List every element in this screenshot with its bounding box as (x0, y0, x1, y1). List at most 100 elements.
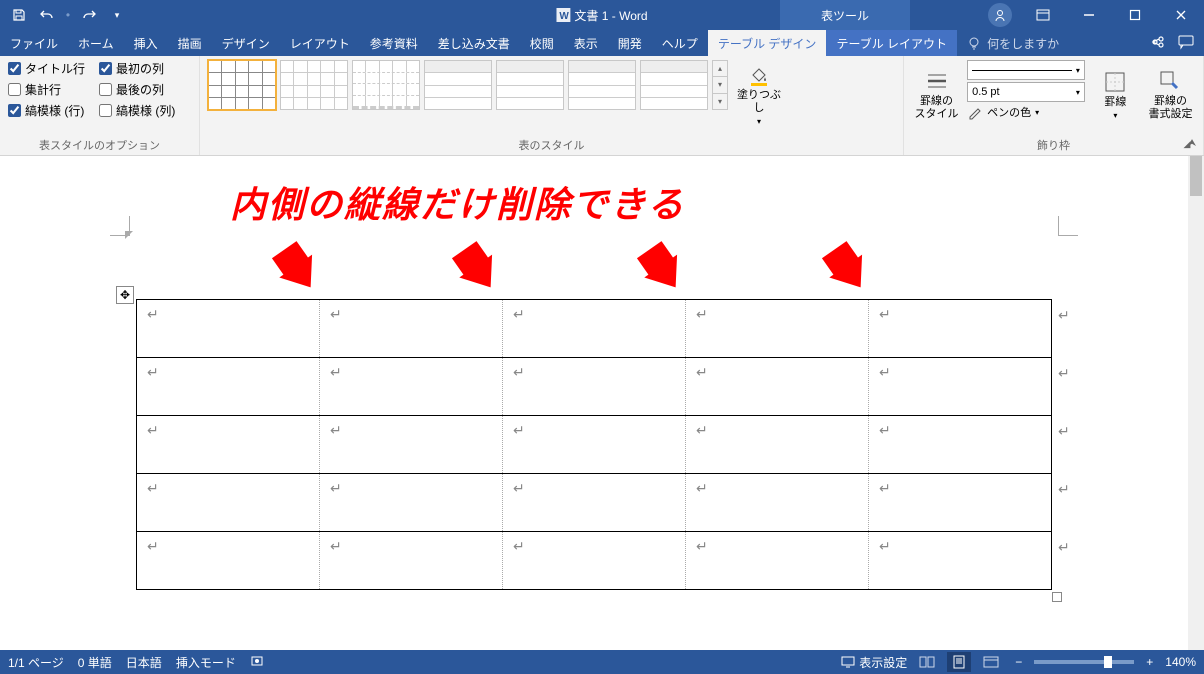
status-insert-mode[interactable]: 挿入モード (176, 654, 236, 671)
display-settings-button[interactable]: 表示設定 (841, 654, 907, 671)
contextual-tab-header: 表ツール (780, 0, 910, 30)
table-style-thumb[interactable] (640, 60, 708, 110)
tab-home[interactable]: ホーム (68, 30, 124, 56)
account-button[interactable] (988, 3, 1012, 27)
table-row[interactable]: ↵↵↵↵↵ (137, 416, 1052, 474)
pen-weight-value: 0.5 pt (972, 86, 1000, 98)
tab-design[interactable]: デザイン (212, 30, 280, 56)
tab-table-design[interactable]: テーブル デザイン (708, 30, 827, 56)
redo-button[interactable] (76, 2, 102, 28)
scrollbar-thumb[interactable] (1190, 156, 1202, 196)
line-style-combo[interactable]: ▾ (967, 60, 1085, 80)
group-label-table-styles: 表のスタイル (208, 135, 895, 153)
table-style-thumb[interactable] (352, 60, 420, 110)
tab-mailings[interactable]: 差し込み文書 (428, 30, 520, 56)
border-styles-button[interactable]: 罫線の スタイル (912, 60, 961, 130)
zoom-out-button[interactable]: − (1011, 655, 1026, 669)
title-bar-right (988, 0, 1204, 30)
ribbon-display-options-button[interactable] (1020, 0, 1066, 30)
vertical-scrollbar[interactable] (1188, 156, 1204, 650)
tab-help[interactable]: ヘルプ (652, 30, 708, 56)
chevron-down-icon: ▾ (1035, 108, 1039, 117)
comments-button[interactable] (1178, 34, 1196, 53)
status-page[interactable]: 1/1 ページ (8, 654, 64, 671)
paragraph-mark: ↵ (1058, 424, 1070, 441)
table-style-thumb[interactable] (424, 60, 492, 110)
zoom-slider-knob[interactable] (1104, 656, 1112, 668)
collapse-ribbon-button[interactable]: ⮝ (1184, 135, 1200, 151)
table-style-thumb[interactable] (280, 60, 348, 110)
tab-draw[interactable]: 描画 (168, 30, 212, 56)
table-style-thumb[interactable] (208, 60, 276, 110)
svg-text:W: W (559, 11, 569, 22)
undo-button[interactable] (34, 2, 60, 28)
paragraph-mark: ↵ (1058, 366, 1070, 383)
table-resize-handle[interactable] (1052, 592, 1062, 602)
group-borders: 罫線の スタイル ▾ 0.5 pt▾ ペンの色 ▾ 罫線 ▾ 罫線の 書式設定 (904, 56, 1204, 155)
macro-recording-button[interactable] (250, 654, 264, 671)
zoom-in-button[interactable]: + (1142, 655, 1157, 669)
view-read-mode[interactable] (915, 652, 939, 672)
pen-icon (967, 104, 983, 120)
view-print-layout[interactable] (947, 652, 971, 672)
table-style-thumb[interactable] (568, 60, 636, 110)
status-word-count[interactable]: 0 単語 (78, 654, 112, 671)
zoom-level[interactable]: 140% (1165, 655, 1196, 669)
tab-developer[interactable]: 開発 (608, 30, 652, 56)
table-style-thumb[interactable] (496, 60, 564, 110)
annotation-arrow (625, 241, 681, 297)
tell-me-search[interactable]: 何をしますか (957, 30, 1069, 56)
context-tool-label: 表ツール (821, 7, 869, 24)
borders-button[interactable]: 罫線 ▾ (1091, 60, 1140, 130)
check-first-column[interactable]: 最初の列 (99, 60, 175, 77)
paragraph-mark: ↵ (1058, 308, 1070, 325)
shading-button[interactable]: 塗りつぶし ▾ (734, 60, 784, 130)
tab-table-layout[interactable]: テーブル レイアウト (826, 30, 957, 56)
check-total-row[interactable]: 集計行 (8, 81, 85, 98)
minimize-button[interactable] (1066, 0, 1112, 30)
document-table[interactable]: ↵↵↵↵↵ ↵↵↵↵↵ ↵↵↵↵↵ ↵↵↵↵↵ ↵↵↵↵↵ (136, 299, 1052, 590)
table-move-handle[interactable]: ✥ (116, 286, 134, 304)
tab-view[interactable]: 表示 (564, 30, 608, 56)
table-row[interactable]: ↵↵↵↵↵ (137, 300, 1052, 358)
close-button[interactable] (1158, 0, 1204, 30)
zoom-slider[interactable] (1034, 660, 1134, 664)
tab-insert[interactable]: 挿入 (124, 30, 168, 56)
qat-customize-button[interactable]: ▾ (104, 2, 130, 28)
border-painter-icon (1158, 69, 1182, 93)
annotation-arrow (810, 241, 866, 297)
group-table-styles: ▴▾▾ 塗りつぶし ▾ 表のスタイル (200, 56, 904, 155)
table-row[interactable]: ↵↵↵↵↵ (137, 532, 1052, 590)
annotation-text: 内側の縦線だけ削除できる (230, 176, 685, 228)
table-style-gallery[interactable]: ▴▾▾ (208, 60, 728, 110)
check-last-column[interactable]: 最後の列 (99, 81, 175, 98)
check-banded-rows[interactable]: 縞模様 (行) (8, 102, 85, 119)
table-row[interactable]: ↵↵↵↵↵ (137, 474, 1052, 532)
chevron-down-icon: ▾ (1113, 111, 1117, 121)
tab-file[interactable]: ファイル (0, 30, 68, 56)
pen-color-button[interactable]: ペンの色 ▾ (967, 104, 1085, 120)
tab-layout[interactable]: レイアウト (280, 30, 360, 56)
quick-access-toolbar: • ▾ (0, 2, 130, 28)
table-row[interactable]: ↵↵↵↵↵ (137, 358, 1052, 416)
tab-references[interactable]: 参考資料 (360, 30, 428, 56)
document-area[interactable]: 内側の縦線だけ削除できる ✥ ↵↵↵↵↵ ↵↵↵↵↵ ↵↵↵↵↵ ↵↵↵↵↵ ↵… (0, 156, 1188, 650)
view-web-layout[interactable] (979, 652, 1003, 672)
status-bar: 1/1 ページ 0 単語 日本語 挿入モード 表示設定 − + 140% (0, 650, 1204, 674)
border-style-icon (925, 69, 949, 93)
group-label-borders: 飾り枠 ◢ (912, 135, 1195, 153)
border-painter-button[interactable]: 罫線の 書式設定 (1146, 60, 1195, 130)
share-button[interactable] (1148, 34, 1164, 53)
borders-label: 罫線 (1104, 96, 1126, 109)
maximize-button[interactable] (1112, 0, 1158, 30)
save-button[interactable] (6, 2, 32, 28)
pen-weight-combo[interactable]: 0.5 pt▾ (967, 82, 1085, 102)
status-language[interactable]: 日本語 (126, 654, 162, 671)
ribbon: タイトル行 集計行 縞模様 (行) 最初の列 最後の列 縞模様 (列) 表スタイ… (0, 56, 1204, 156)
ribbon-tabs: ファイル ホーム 挿入 描画 デザイン レイアウト 参考資料 差し込み文書 校閲… (0, 30, 1204, 56)
ruler-corner-left (110, 216, 130, 236)
check-banded-columns[interactable]: 縞模様 (列) (99, 102, 175, 119)
tab-review[interactable]: 校閲 (520, 30, 564, 56)
check-header-row[interactable]: タイトル行 (8, 60, 85, 77)
gallery-expand-button[interactable]: ▴▾▾ (712, 60, 728, 110)
